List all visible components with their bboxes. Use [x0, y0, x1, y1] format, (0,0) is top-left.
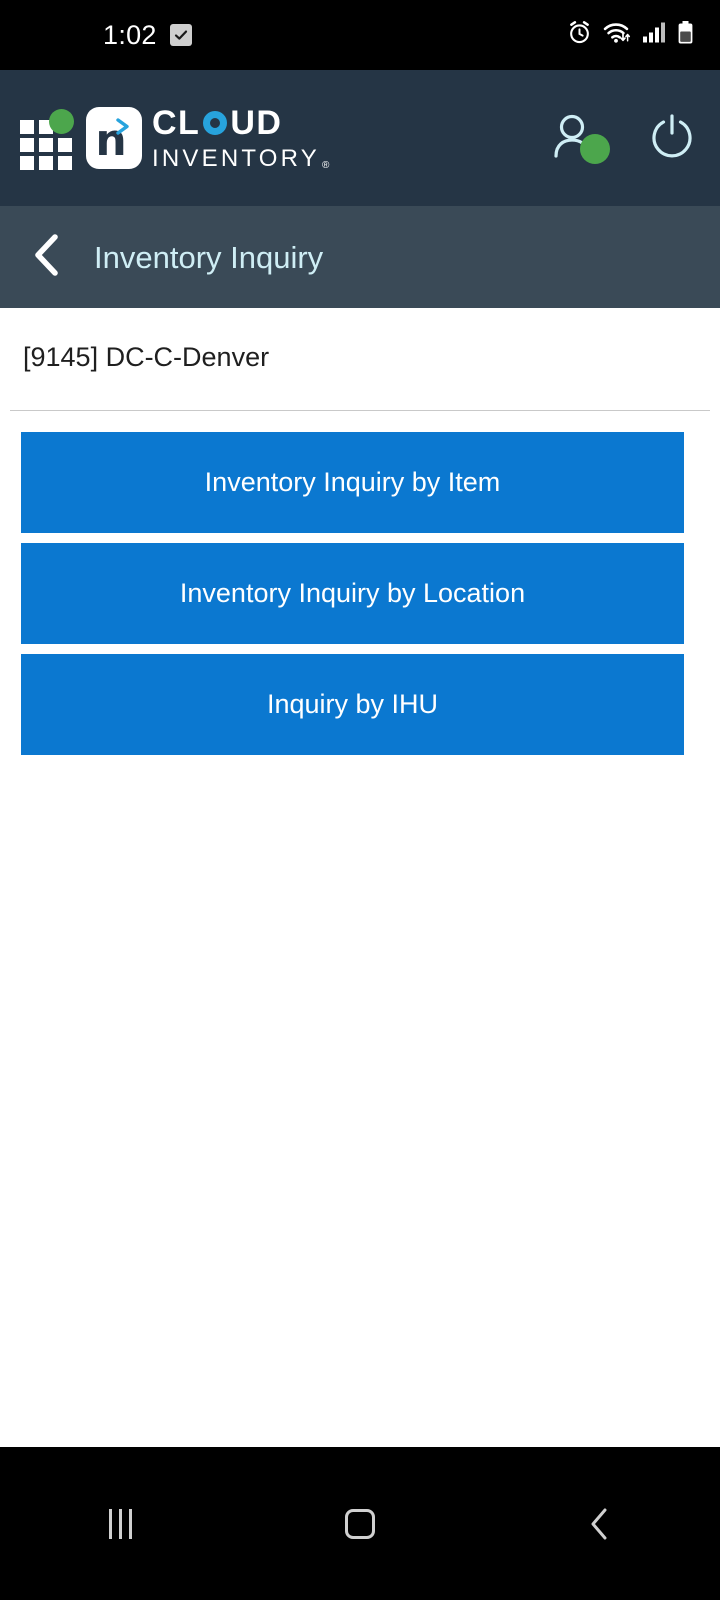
header-actions	[552, 110, 698, 167]
nav-back-icon[interactable]	[480, 1447, 720, 1600]
battery-icon	[677, 20, 694, 50]
status-bar-icons	[567, 20, 694, 50]
inquiry-by-location-button[interactable]: Inventory Inquiry by Location	[21, 543, 684, 644]
content-area: [9145] DC-C-Denver Inventory Inquiry by …	[0, 308, 720, 1447]
wordmark-inventory-text: INVENTORY	[152, 144, 320, 172]
inquiry-options-list: Inventory Inquiry by Item Inventory Inqu…	[0, 411, 720, 755]
inquiry-by-ihu-button[interactable]: Inquiry by IHU	[21, 654, 684, 755]
cloud-inventory-logo-mark: n	[86, 107, 142, 169]
page-title: Inventory Inquiry	[94, 239, 324, 275]
back-chevron-icon[interactable]	[31, 232, 63, 283]
wordmark-o-ring	[203, 110, 228, 135]
cloud-inventory-wordmark: CL UD INVENTORY ®	[152, 106, 333, 171]
current-location-label: [9145] DC-C-Denver	[23, 342, 270, 372]
app-grid-icon[interactable]	[20, 109, 74, 170]
status-bar-clock: 1:02	[103, 19, 157, 50]
wordmark-cloud: CL UD	[152, 106, 333, 140]
user-account-icon[interactable]	[552, 113, 610, 164]
android-nav-bar	[0, 1447, 720, 1600]
signal-icon	[642, 20, 666, 50]
status-bar: 1:02	[0, 0, 720, 70]
logo-arrow-icon	[113, 116, 135, 143]
recents-icon[interactable]	[0, 1447, 240, 1600]
user-online-dot	[580, 134, 610, 164]
phone-screen: 1:02 n CL UD INVENTORY ® Inventory Inqui…	[0, 0, 720, 1600]
wifi-icon	[603, 20, 631, 50]
wordmark-inventory: INVENTORY ®	[152, 144, 333, 172]
power-icon[interactable]	[646, 110, 698, 167]
wordmark-trademark: ®	[321, 159, 333, 171]
app-header: n CL UD INVENTORY ®	[0, 70, 720, 206]
screen-title-bar: Inventory Inquiry	[0, 206, 720, 308]
wordmark-cloud-part3: UD	[230, 103, 283, 142]
inquiry-by-item-button[interactable]: Inventory Inquiry by Item	[21, 432, 684, 533]
grid-status-dot	[49, 109, 74, 134]
wordmark-cloud-part1: CL	[152, 103, 201, 142]
checkbox-check-icon	[169, 24, 192, 46]
alarm-icon	[567, 20, 592, 50]
home-icon[interactable]	[240, 1447, 480, 1600]
